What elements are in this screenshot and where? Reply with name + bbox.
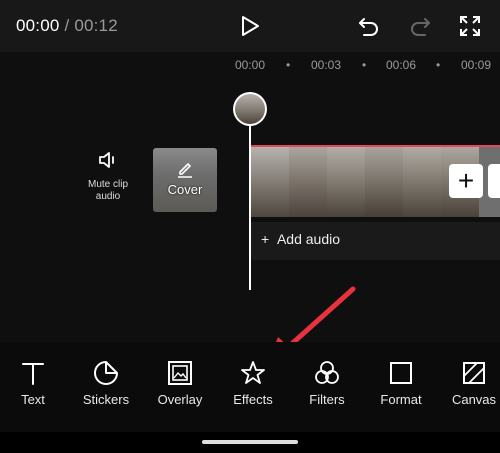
add-audio-text: Add audio [276, 231, 341, 247]
ruler-mark-3: 00:09 [461, 58, 492, 72]
clip-frame [251, 147, 289, 217]
ruler-mark-2: 00:06 [386, 58, 417, 72]
ruler-dot: • [362, 58, 367, 72]
cover-label: Cover [167, 182, 203, 197]
tool-label-format: Format [380, 392, 422, 407]
redo-icon [411, 18, 430, 36]
current-time: 00:00 [16, 16, 60, 35]
home-indicator[interactable] [202, 440, 298, 444]
play-button[interactable] [236, 12, 264, 40]
fullscreen-button[interactable] [456, 12, 484, 40]
time-display: 00:00 / 00:12 [16, 16, 118, 36]
undo-button[interactable] [355, 12, 383, 40]
tool-text[interactable]: Text [1, 360, 65, 407]
filters-icon [315, 361, 339, 384]
ruler-mark-0: 00:00 [235, 58, 266, 72]
tool-label-text: Text [21, 392, 45, 407]
next-clip-edge [488, 164, 500, 198]
clip-frame [289, 147, 327, 217]
overlay-icon [168, 361, 192, 385]
edit-pencil-icon [178, 163, 192, 178]
tool-filters[interactable]: Filters [295, 360, 359, 407]
tool-label-effects: Effects [233, 392, 273, 407]
add-clip-button[interactable]: + [449, 164, 483, 198]
mute-clip-audio-button[interactable]: Mute clip audio [80, 150, 136, 203]
ruler-dot: • [436, 58, 441, 72]
effects-star-icon [241, 361, 265, 384]
playhead-thumbnail[interactable] [233, 92, 267, 126]
sticker-icon [94, 361, 118, 385]
time-separator: / [59, 16, 75, 35]
cover-button[interactable]: Cover [153, 148, 217, 212]
canvas-icon [463, 362, 485, 384]
tool-effects[interactable]: Effects [221, 360, 285, 407]
playhead-frame [235, 94, 265, 124]
mute-clip-label: Mute clip audio [87, 179, 128, 202]
clip-frame [403, 147, 441, 217]
tool-format[interactable]: Format [369, 360, 433, 407]
undo-icon [359, 18, 378, 36]
ruler-dot: • [286, 58, 291, 72]
fullscreen-icon [460, 16, 480, 36]
duration: 00:12 [74, 16, 118, 35]
text-icon [22, 363, 44, 385]
playhead-line[interactable] [249, 110, 251, 290]
tool-label-canvas: Canvas [451, 392, 497, 407]
speaker-icon [99, 152, 114, 168]
add-audio-label: + Add audio [261, 231, 341, 247]
redo-button[interactable] [406, 12, 434, 40]
tool-overlay[interactable]: Overlay [148, 360, 212, 407]
tool-label-stickers: Stickers [82, 392, 130, 407]
clip-frame [365, 147, 403, 217]
tool-label-filters: Filters [309, 392, 345, 407]
tool-label-overlay: Overlay [157, 392, 203, 407]
bottom-toolbar: Text Stickers Overlay Effects Filters Fo… [0, 342, 500, 432]
add-audio-button[interactable]: + Add audio [251, 222, 500, 260]
tool-stickers[interactable]: Stickers [74, 360, 138, 407]
tool-canvas[interactable]: Canvas [442, 360, 500, 407]
play-icon [242, 16, 259, 36]
format-icon [390, 362, 412, 384]
clip-frame [327, 147, 365, 217]
ruler-mark-1: 00:03 [311, 58, 342, 72]
